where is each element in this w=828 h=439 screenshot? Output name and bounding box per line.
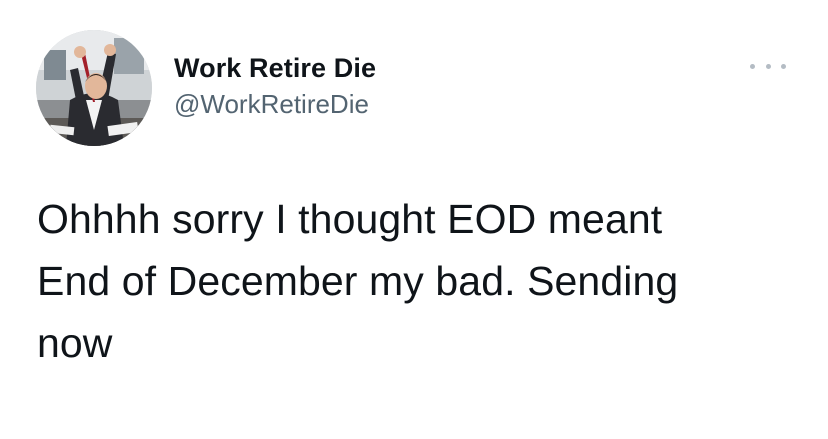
avatar-photo-icon [36,30,152,146]
more-dot [765,63,771,69]
tweet-card: Work Retire Die @WorkRetireDie Ohhhh sor… [0,0,828,439]
tweet-text-line: now [37,320,113,366]
more-options-icon[interactable] [750,58,786,74]
avatar[interactable] [36,30,152,146]
tweet-text: Ohhhh sorry I thought EOD meant End of D… [37,188,797,374]
author-names: Work Retire Die @WorkRetireDie [174,52,376,121]
author-display-name[interactable]: Work Retire Die [174,52,376,84]
more-dot [781,63,786,69]
tweet-text-line: End of December my bad. Sending [37,258,679,304]
tweet-text-line: Ohhhh sorry I thought EOD meant [37,196,663,242]
more-dot [750,63,755,69]
tweet-header: Work Retire Die @WorkRetireDie [36,30,796,150]
author-handle[interactable]: @WorkRetireDie [174,87,376,121]
